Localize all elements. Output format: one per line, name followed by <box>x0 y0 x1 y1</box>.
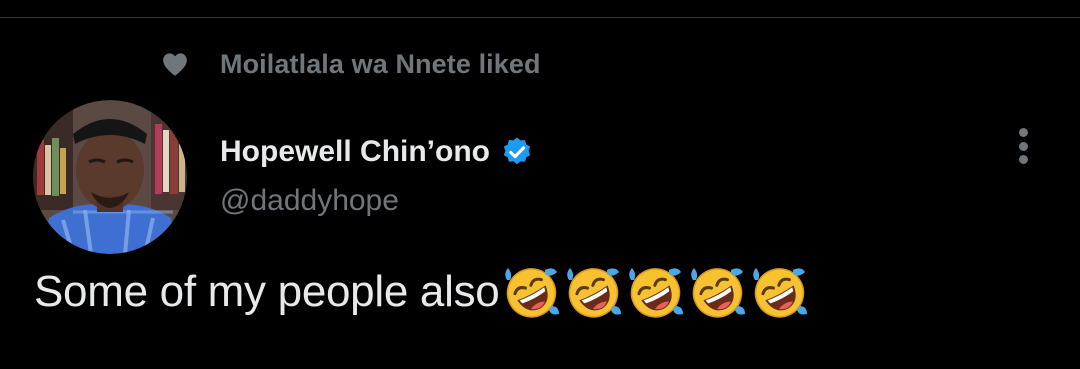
author-name-row[interactable]: Hopewell Chin’ono <box>220 130 534 174</box>
rofl-emoji-icon: 🤣 <box>505 268 560 318</box>
more-dot-icon <box>1018 128 1028 137</box>
top-divider <box>0 17 1080 18</box>
emoji-list: 🤣🤣🤣🤣🤣 <box>501 262 811 322</box>
more-dot-icon <box>1018 141 1028 151</box>
rofl-emoji-icon: 🤣 <box>753 268 808 318</box>
more-dot-icon <box>1018 155 1028 164</box>
social-context-text: Moilatlala wa Nnete liked <box>220 48 541 79</box>
author-display-name[interactable]: Hopewell Chin’ono <box>220 135 490 169</box>
more-options-button[interactable] <box>1003 124 1043 168</box>
rofl-emoji-icon: 🤣 <box>629 268 684 318</box>
verified-badge-icon <box>503 137 531 165</box>
tweet-author: Hopewell Chin’ono @daddyhope <box>220 130 534 218</box>
tweet-body-text: Some of my people also <box>34 267 500 316</box>
social-context[interactable]: Moilatlala wa Nnete liked <box>160 46 541 82</box>
tweet-text: Some of my people also 🤣🤣🤣🤣🤣 <box>34 262 811 322</box>
author-handle[interactable]: @daddyhope <box>220 184 534 218</box>
rofl-emoji-icon: 🤣 <box>691 268 746 318</box>
rofl-emoji-icon: 🤣 <box>567 268 622 318</box>
avatar[interactable] <box>33 100 187 254</box>
heart-icon <box>163 53 187 76</box>
